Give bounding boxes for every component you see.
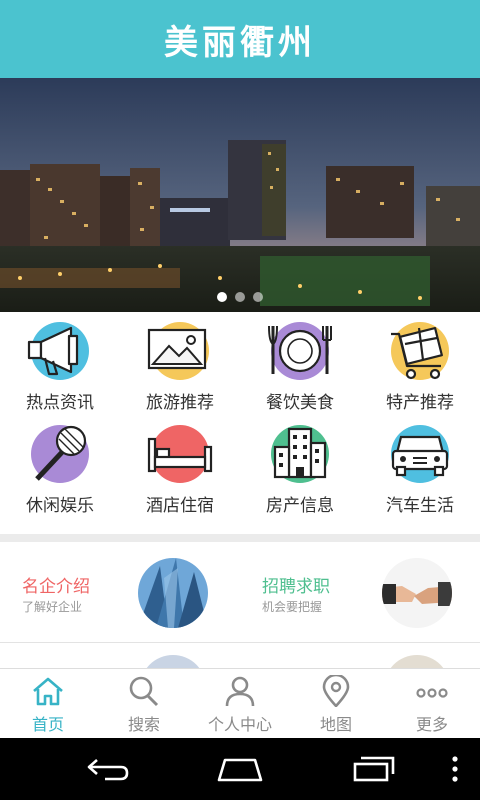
category-grid: 热点资讯 旅游推荐 餐饮美食 特产推荐 休闲娱乐 酒店住宿 房产信息 汽车生活 [0,312,480,534]
home-outline-icon [217,758,263,782]
category-icon-bg [147,425,213,483]
more-icon [416,688,448,698]
category-hotel[interactable]: 酒店住宿 [120,425,240,528]
overflow-menu-button[interactable] [440,738,470,800]
gift-cart-icon [391,326,443,380]
handshake-photo [382,558,452,628]
city-night-photo [0,78,480,312]
category-label: 热点资讯 [26,393,94,413]
category-label: 特产推荐 [386,393,454,413]
bed-icon [147,437,213,473]
promo-subtitle: 机会要把握 [262,600,323,614]
bottom-tab-bar: 首页 搜索 个人中心 地图 更多 [0,668,480,738]
megaphone-icon [27,326,79,376]
category-hot-news[interactable]: 热点资讯 [0,322,120,425]
tab-label: 首页 [31,715,64,734]
promo-subtitle: 了解好企业 [22,600,83,614]
picture-icon [147,328,207,370]
recent-apps-icon [353,756,395,782]
tab-label: 更多 [415,715,448,734]
promo-jobs[interactable]: 招聘求职 机会要把握 [240,542,480,642]
category-icon-bg [391,425,449,483]
category-label: 汽车生活 [386,496,454,516]
plate-cutlery-icon [268,325,332,374]
carousel-dot[interactable] [217,292,227,302]
promo-title: 名企介绍 [22,577,90,597]
section-divider [0,534,480,542]
category-label: 房产信息 [266,496,334,516]
tab-map[interactable]: 地图 [288,669,384,739]
back-icon [87,759,129,781]
map-pin-icon [322,675,350,707]
system-navigation-bar [0,738,480,800]
category-icon-bg [31,425,89,483]
back-button[interactable] [70,738,146,800]
vertical-dots-icon [452,756,458,782]
skyscraper-photo [138,558,208,628]
category-icon-bg [147,322,209,380]
home-system-button[interactable] [202,738,278,800]
microphone-icon [35,425,87,481]
carousel-dot[interactable] [235,292,245,302]
category-label: 休闲娱乐 [26,496,94,516]
carousel-indicator [0,292,480,302]
category-icon-bg [391,322,449,380]
category-specialty[interactable]: 特产推荐 [360,322,480,425]
home-icon [33,677,63,706]
promo-row: 名企介绍 了解好企业 招聘求职 机会要把握 [0,542,480,642]
promo-row-partial [0,642,480,668]
tab-home[interactable]: 首页 [0,669,96,739]
tab-search[interactable]: 搜索 [96,669,192,739]
promo-companies[interactable]: 名企介绍 了解好企业 [0,542,240,642]
category-icon-bg [27,322,89,380]
category-car[interactable]: 汽车生活 [360,425,480,528]
tab-label: 搜索 [127,715,160,734]
category-icon-bg [271,425,329,483]
tab-label: 地图 [319,715,352,734]
tab-profile[interactable]: 个人中心 [192,669,288,739]
partial-image [384,655,450,668]
car-icon [391,435,449,477]
recent-apps-button[interactable] [336,738,412,800]
partial-image [140,655,206,668]
category-realestate[interactable]: 房产信息 [240,425,360,528]
app-header: 美丽衢州 [0,0,480,78]
banner-carousel[interactable] [0,78,480,312]
search-icon [129,676,159,707]
category-label: 旅游推荐 [146,393,214,413]
category-label: 酒店住宿 [146,496,214,516]
tab-more[interactable]: 更多 [384,669,480,739]
category-food[interactable]: 餐饮美食 [240,322,360,425]
building-icon [273,427,327,479]
category-travel[interactable]: 旅游推荐 [120,322,240,425]
promo-title: 招聘求职 [262,577,330,597]
category-label: 餐饮美食 [266,393,334,413]
user-icon [225,676,255,707]
category-icon-bg [268,322,332,380]
category-leisure[interactable]: 休闲娱乐 [0,425,120,528]
tab-label: 个人中心 [207,715,272,734]
carousel-dot[interactable] [253,292,263,302]
app-title: 美丽衢州 [164,22,316,63]
